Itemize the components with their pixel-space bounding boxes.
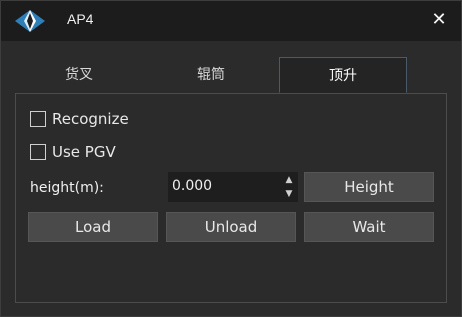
recognize-checkbox[interactable]: Recognize [30,108,129,130]
use-pgv-checkbox-box[interactable] [30,144,46,160]
title-bar: AP4 ✕ [1,1,461,41]
use-pgv-checkbox[interactable]: Use PGV [30,141,116,163]
window-title: AP4 [67,11,94,27]
height-button[interactable]: Height [304,172,434,202]
spin-down-icon[interactable]: ▼ [282,188,296,200]
tab-roller[interactable]: 辊筒 [145,57,277,93]
recognize-label: Recognize [52,110,129,128]
wait-button[interactable]: Wait [304,212,434,242]
use-pgv-label: Use PGV [52,143,116,161]
diamond-logo-icon [15,10,45,32]
height-label: height(m): [30,180,104,196]
tab-bar: 货叉 辊筒 顶升 [13,57,449,93]
unload-button[interactable]: Unload [166,212,296,242]
recognize-checkbox-box[interactable] [30,111,46,127]
ap4-window: AP4 ✕ 货叉 辊筒 顶升 Recognize Use PGV height(… [0,0,462,317]
height-spinbox[interactable]: 0.000 ▲ ▼ [168,172,298,202]
tab-jacking[interactable]: 顶升 [279,57,407,93]
close-icon[interactable]: ✕ [429,9,449,31]
spin-up-icon[interactable]: ▲ [282,174,296,186]
jacking-panel: Recognize Use PGV height(m): 0.000 ▲ ▼ H… [15,93,447,303]
tab-fork[interactable]: 货叉 [13,57,145,93]
load-button[interactable]: Load [28,212,158,242]
height-value[interactable]: 0.000 [172,178,212,194]
